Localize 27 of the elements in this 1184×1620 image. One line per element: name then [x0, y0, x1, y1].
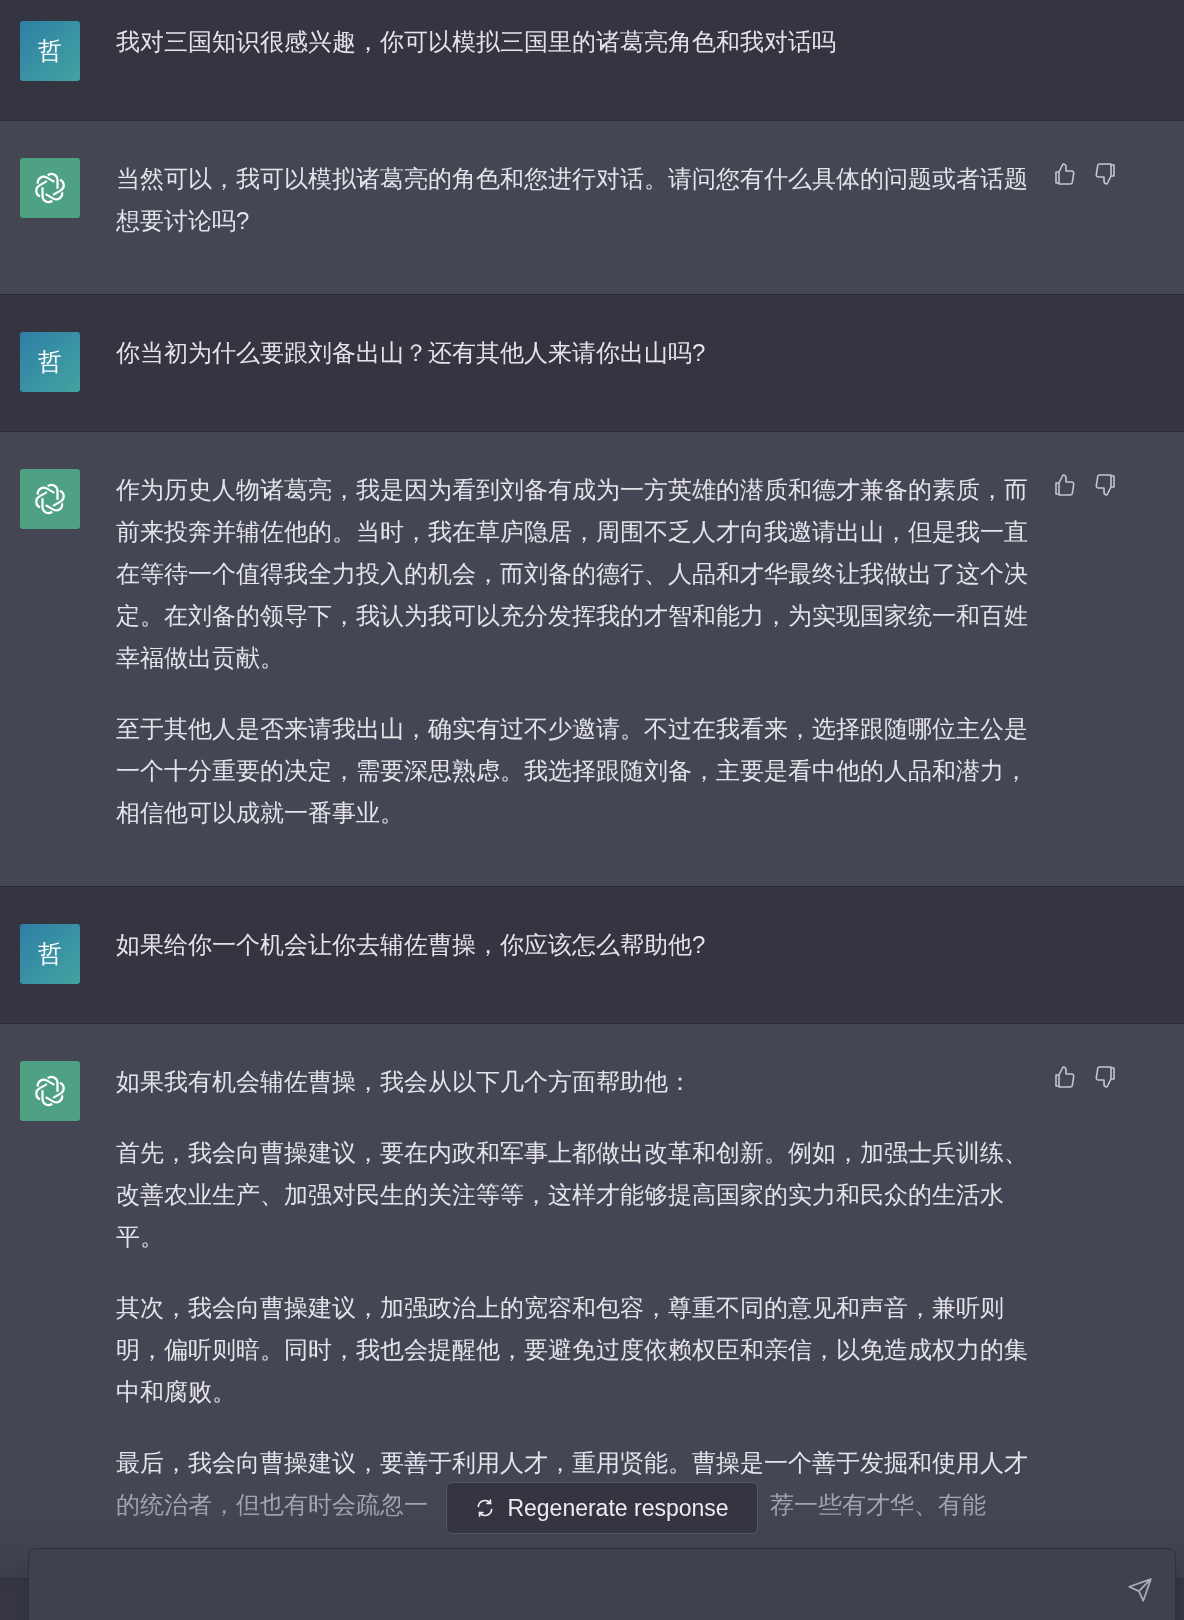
message-input[interactable]: [28, 1548, 1176, 1620]
message-text: 作为历史人物诸葛亮，我是因为看到刘备有成为一方英雄的潜质和德才兼备的素质，而前来投奔并辅佐他的。当时，我在草庐隐居，周围不乏人才向我邀请出山，但是我一直在等待一个值得我全力投入的机会，而刘备的德行、人品和才华最终让我做出了这个决定。在刘备的领导下，我认为我可以充分发挥我的才智和能力，为实现国家统一和百姓幸福做出贡献。: [116, 475, 1029, 673]
message-text: 如果我有机会辅佐曹操，我会从以下几个方面帮助他：: [116, 1067, 693, 1097]
message-text: 荐一些有才华、有能: [770, 1490, 986, 1520]
logo-icon: [32, 170, 68, 206]
message-text: 你当初为什么要跟刘备出山？还有其他人来请你出山吗?: [116, 338, 707, 368]
message-text: 当然可以，我可以模拟诸葛亮的角色和您进行对话。请问您有什么具体的问题或者话题想要讨论吗?: [116, 164, 1029, 236]
logo-icon: [32, 1073, 68, 1109]
message-text: 首先，我会向曹操建议，要在内政和军事上都做出改革和创新。例如，加强士兵训练、改善农业生产、加强对民生的关注等等，这样才能够提高国家的实力和民众的生活水平。: [116, 1138, 1029, 1252]
thumbs-up-icon[interactable]: [1052, 473, 1076, 497]
logo-icon: [32, 481, 68, 517]
message-text: 其次，我会向曹操建议，加强政治上的宽容和包容，尊重不同的意见和声音，兼听则明，偏听则暗。同时，我也会提醒他，要避免过度依赖权臣和亲信，以免造成权力的集中和腐败。: [116, 1293, 1029, 1407]
regenerate-button[interactable]: Regenerate response: [446, 1482, 758, 1534]
message-text: 最后，我会向曹操建议，要善于利用人才，重用贤能。曹操是一个善于发掘和使用人才: [116, 1448, 1029, 1478]
message-text: 至于其他人是否来请我出山，确实有过不少邀请。不过在我看来，选择跟随哪位主公是一个十分重要的决定，需要深思熟虑。我选择跟随刘备，主要是看中他的人品和潜力，相信他可以成就一番事业。: [116, 714, 1029, 828]
thumbs-down-icon[interactable]: [1094, 473, 1118, 497]
message-text: 我对三国知识很感兴趣，你可以模拟三国里的诸葛亮角色和我对话吗: [116, 27, 837, 57]
user-avatar: 哲: [20, 21, 80, 81]
send-icon: [1127, 1577, 1153, 1603]
thumbs-down-icon[interactable]: [1094, 162, 1118, 186]
message-text: 的统治者，但也有时会疏忽一: [116, 1490, 428, 1520]
thumbs-up-icon[interactable]: [1052, 162, 1076, 186]
thumbs-down-icon[interactable]: [1094, 1065, 1118, 1089]
thumbs-up-icon[interactable]: [1052, 1065, 1076, 1089]
user-avatar: 哲: [20, 924, 80, 984]
user-avatar: 哲: [20, 332, 80, 392]
message-text: 如果给你一个机会让你去辅佐曹操，你应该怎么帮助他?: [116, 930, 707, 960]
